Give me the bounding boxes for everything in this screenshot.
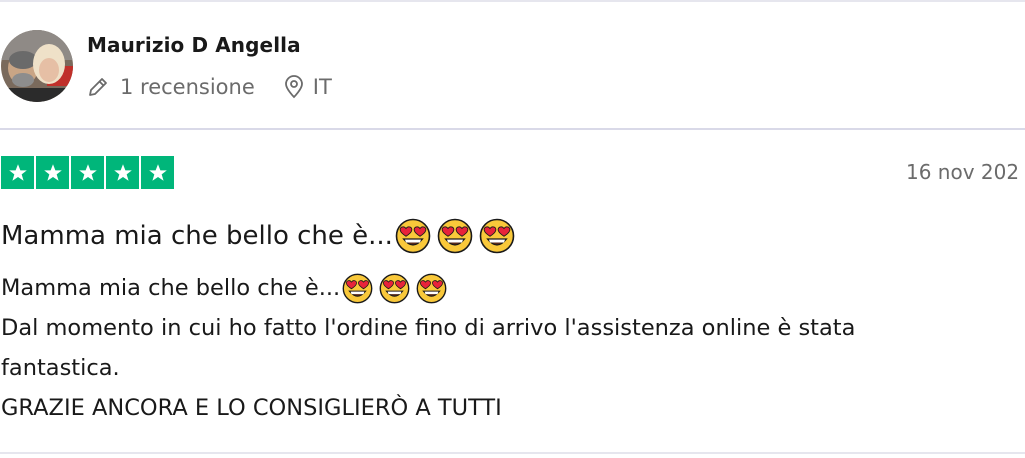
reviewer-country: IT xyxy=(312,75,332,99)
star-icon xyxy=(1,156,34,189)
heart-eyes-emoji xyxy=(479,218,515,254)
title-emojis xyxy=(395,218,515,254)
review-count: 1 recensione xyxy=(120,75,255,99)
heart-eyes-emoji xyxy=(416,273,447,304)
review-title-text: Mamma mia che bello che è... xyxy=(1,221,393,251)
star-rating xyxy=(1,156,174,189)
review-body: Mamma mia che bello che è... Dal momento… xyxy=(1,268,1001,428)
reviewer-name[interactable]: Maurizio D Angella xyxy=(87,33,301,57)
body-line-1-text: Mamma mia che bello che è... xyxy=(1,275,341,301)
body-emojis xyxy=(342,273,447,304)
heart-eyes-emoji xyxy=(437,218,473,254)
heart-eyes-emoji xyxy=(342,273,373,304)
reviewer-meta: 1 recensione IT xyxy=(86,72,332,102)
body-line-2: Dal momento in cui ho fatto l'ordine fin… xyxy=(1,315,856,341)
review-title[interactable]: Mamma mia che bello che è... xyxy=(1,216,515,256)
star-icon xyxy=(71,156,104,189)
heart-eyes-emoji xyxy=(395,218,431,254)
review-card: Maurizio D Angella 1 recensione IT 16 no… xyxy=(0,0,1025,458)
body-line-4: GRAZIE ANCORA E LO CONSIGLIERÒ A TUTTI xyxy=(1,395,502,421)
star-icon xyxy=(36,156,69,189)
review-date: 16 nov 202 xyxy=(906,160,1020,184)
star-icon xyxy=(141,156,174,189)
pencil-icon xyxy=(86,75,110,99)
star-icon xyxy=(106,156,139,189)
avatar[interactable] xyxy=(1,30,73,102)
section-divider xyxy=(0,128,1025,130)
top-divider xyxy=(0,0,1025,2)
heart-eyes-emoji xyxy=(379,273,410,304)
location-pin-icon xyxy=(283,75,305,99)
body-line-1: Mamma mia che bello che è... xyxy=(1,268,1001,308)
bottom-divider xyxy=(0,452,1025,454)
body-line-3: fantastica. xyxy=(1,355,120,381)
